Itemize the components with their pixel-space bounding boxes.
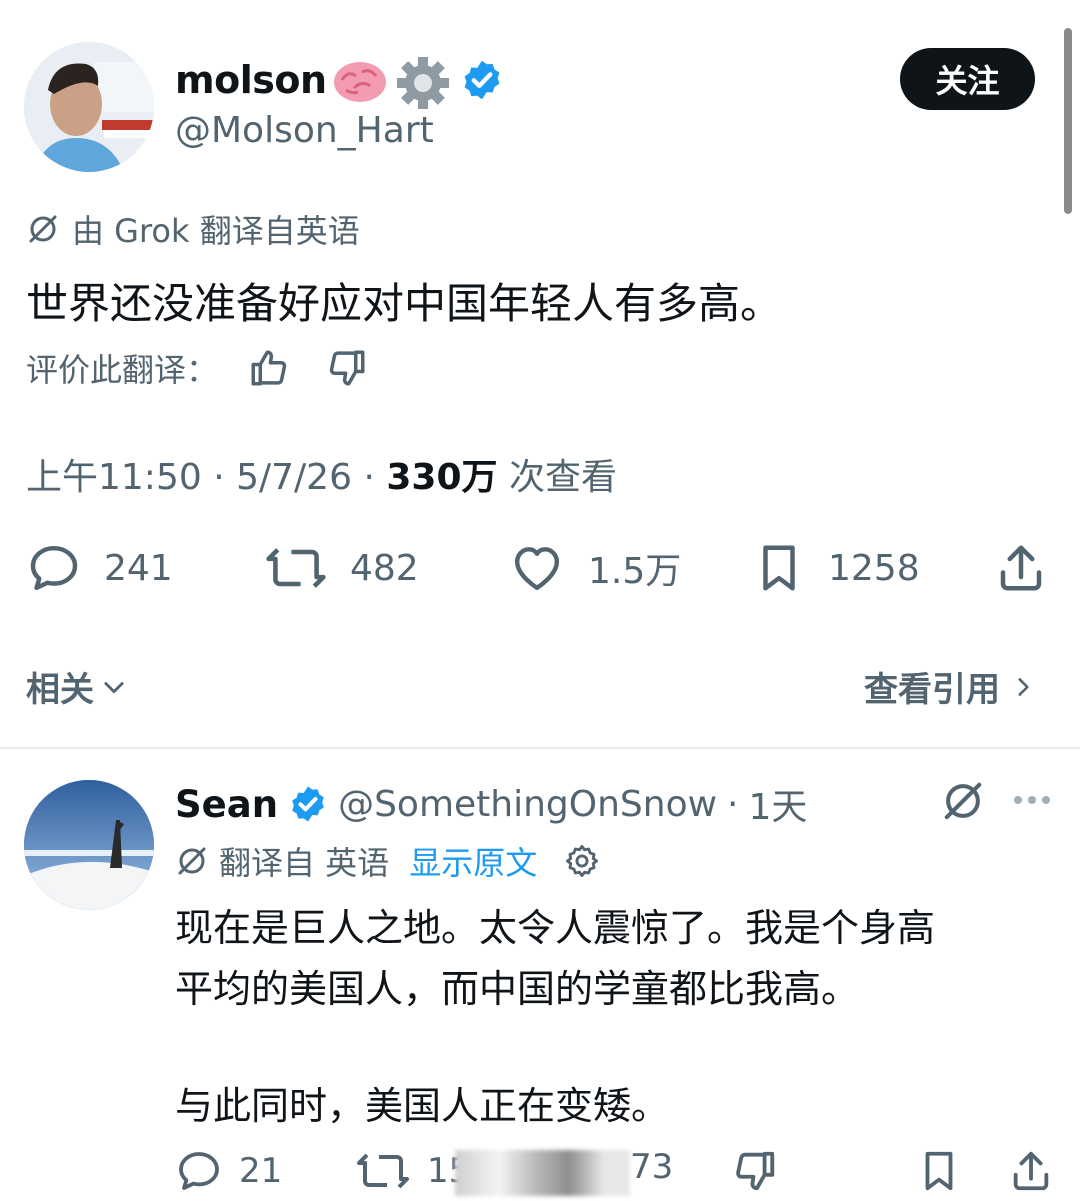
thumbs-down-icon[interactable] [732,1147,778,1195]
related-dropdown[interactable]: 相关 [26,662,128,711]
reply-text-line: 与此同时，美国人正在变矮。 [175,1084,670,1128]
reply-count: 241 [104,547,173,589]
bookmark-action[interactable]: 1258 [752,540,920,596]
reply-reply-action[interactable]: 21 [175,1147,282,1195]
chevron-down-icon [100,673,128,701]
settings-gear-icon[interactable] [563,842,601,880]
show-original-link[interactable]: 显示原文 [409,838,537,884]
translate-icon [175,844,209,878]
retweet-icon [264,540,328,596]
verified-badge-icon [460,58,504,102]
reply-like-count-partial: 73 [630,1147,673,1187]
verified-badge-icon [288,784,328,824]
thumbs-up-icon[interactable] [248,347,290,389]
grok-translate-icon[interactable] [940,778,986,824]
divider [0,747,1080,749]
translate-icon [26,212,60,246]
view-quotes-link[interactable]: 查看引用 [864,662,1036,711]
handle[interactable]: @Molson_Hart [175,110,434,151]
reply-translate-row: 翻译自 英语 显示原文 [175,838,601,884]
bookmark-icon[interactable] [916,1147,962,1195]
reply-handle[interactable]: @SomethingOnSnow [338,784,717,825]
view-quotes-label: 查看引用 [864,670,1000,710]
reply-text-line: 平均的美国人，而中国的学童都比我高。 [175,967,860,1011]
share-icon [994,540,1048,596]
reply-icon [175,1147,223,1195]
reply-action[interactable]: 241 [26,540,173,596]
reply-text-line: 现在是巨人之地。太令人震惊了。我是个身高 [175,906,936,950]
bookmark-icon [752,540,806,596]
reply-time[interactable]: 1天 [749,778,808,830]
brain-emoji-icon [332,58,388,106]
tweet-meta: 上午11:50 · 5/7/26 · 330万 次查看 [26,448,617,500]
chevron-right-icon [1010,672,1036,702]
separator: · [363,457,375,498]
retweet-count: 482 [350,547,419,589]
separator: · [727,783,739,825]
views-count: 330万 [386,457,498,498]
scrollbar[interactable] [1064,28,1072,214]
views-label: 次查看 [508,457,617,498]
reply-like-count: 73 [630,1147,674,1187]
more-options-icon[interactable] [1010,790,1054,810]
reply-icon [26,540,82,596]
tweet-time[interactable]: 上午11:50 [26,457,202,498]
retweet-action[interactable]: 482 [264,540,419,596]
gear-emoji-icon [396,56,450,110]
retweet-icon [355,1147,411,1195]
thumbs-down-icon[interactable] [326,347,368,389]
reply-header: Sean @SomethingOnSnow · 1天 [175,778,807,830]
like-action[interactable]: 1.5万 [508,540,681,596]
reply-reply-count: 21 [239,1151,283,1191]
blurred-overlay [455,1150,630,1196]
rate-translation-row: 评价此翻译： [26,345,368,391]
tweet-text: 世界还没准备好应对中国年轻人有多高。 [26,279,783,328]
reply-display-name[interactable]: Sean [175,783,278,826]
share-icon[interactable] [1008,1147,1054,1195]
translated-from: 翻译自 英语 [219,844,390,882]
reply-text: 现在是巨人之地。太令人震惊了。我是个身高 平均的美国人，而中国的学童都比我高。 … [175,898,1055,1137]
like-count: 1.5万 [588,551,682,592]
share-action[interactable] [994,540,1048,596]
tweet-date[interactable]: 5/7/26 [236,457,352,498]
reply-avatar[interactable] [24,780,154,910]
related-label: 相关 [26,670,94,710]
translated-note: 由 Grok 翻译自英语 [26,206,360,252]
display-name[interactable]: molson [175,58,327,102]
reply-retweet-action[interactable]: 15 [355,1147,470,1195]
translated-note-text: 由 Grok 翻译自英语 [72,212,360,250]
bookmark-count: 1258 [828,547,920,589]
rate-translation-label: 评价此翻译： [26,351,219,389]
heart-icon [508,540,566,596]
separator: · [213,457,225,498]
display-name-text: molson [175,58,327,102]
follow-button[interactable]: 关注 [900,48,1035,110]
avatar[interactable] [24,42,154,172]
